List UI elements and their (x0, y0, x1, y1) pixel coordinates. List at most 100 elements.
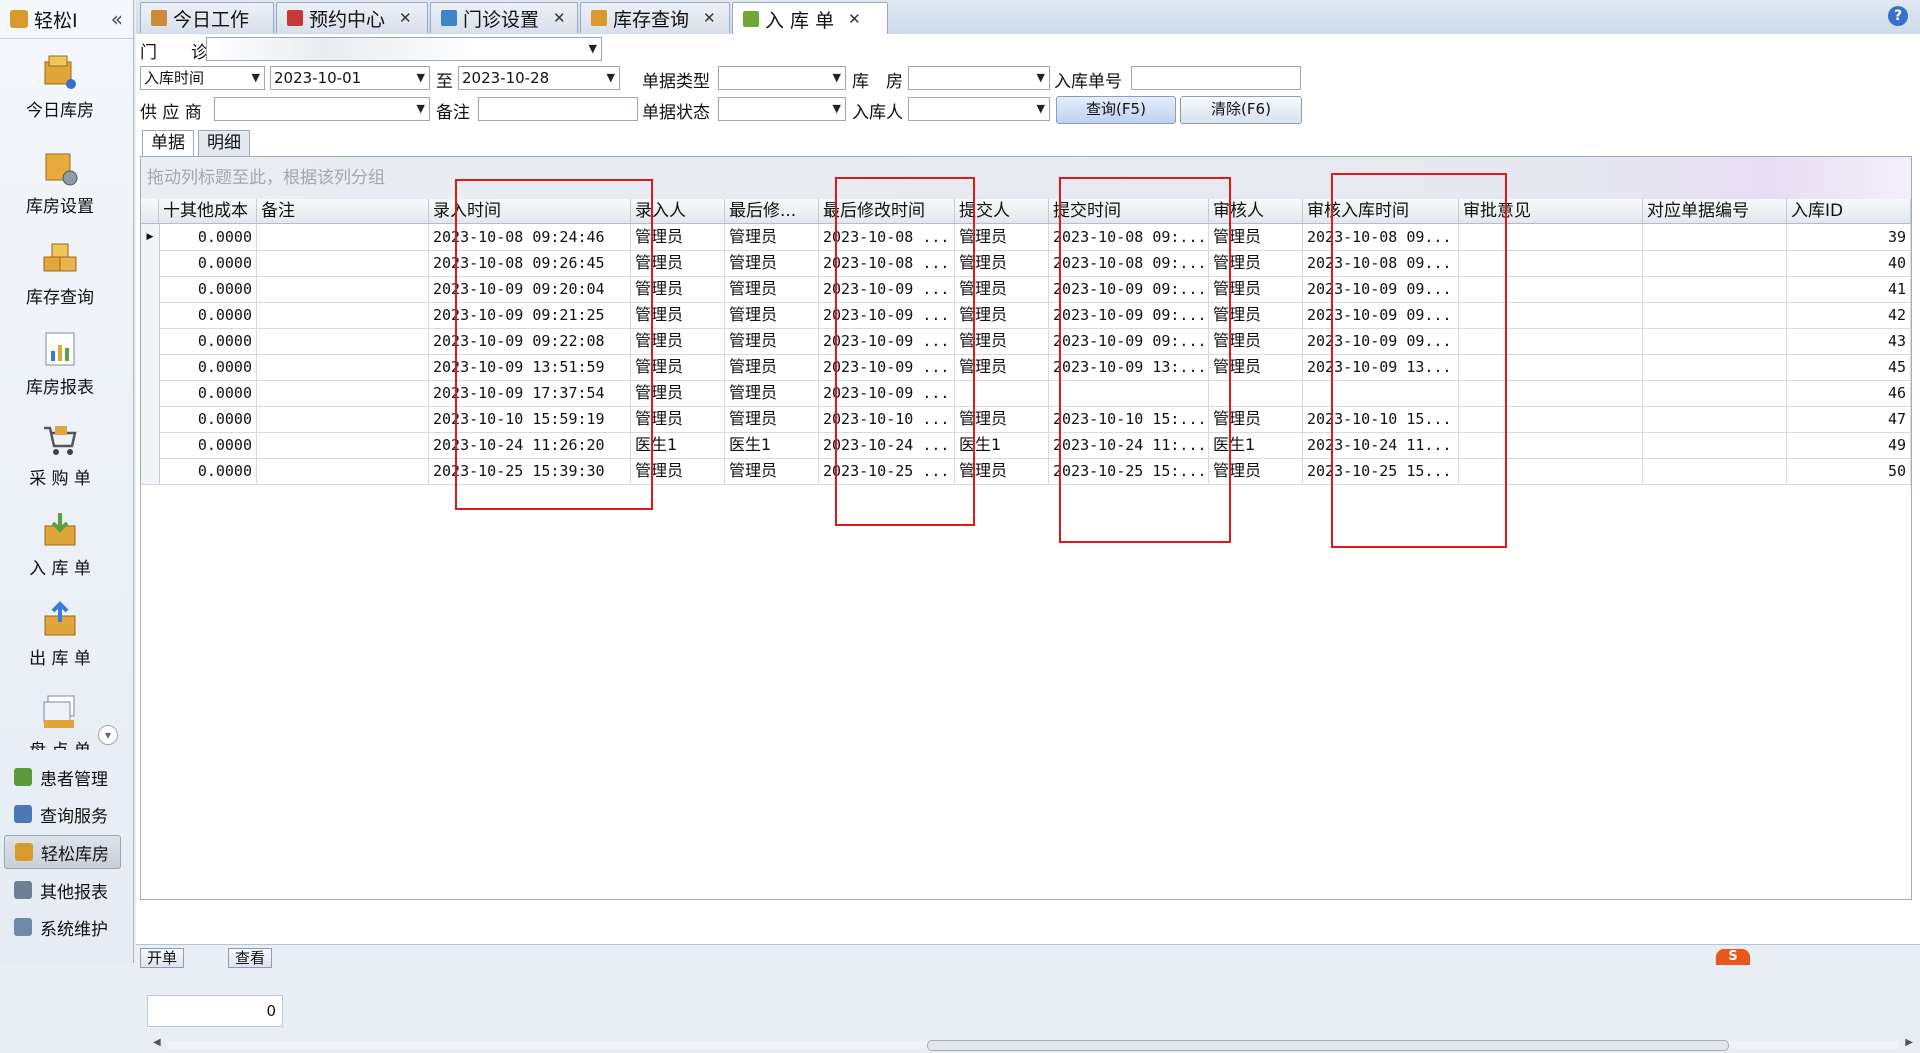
table-row[interactable]: ▶ 0.0000 2023-10-08 09:24:46 管理员 管理员 2023-10-… (141, 224, 1911, 251)
table-cell[interactable]: 2023-10-09 09:20:04 (429, 276, 631, 302)
table-cell[interactable]: 2023-10-09 09:21:25 (429, 302, 631, 328)
table-cell[interactable] (1303, 380, 1459, 406)
table-cell[interactable] (1459, 432, 1643, 458)
close-tab-icon[interactable]: ✕ (399, 9, 412, 27)
table-row[interactable]: 0.0000 2023-10-08 09:26:45 管理员 管理员 2023-10-0… (141, 250, 1911, 277)
table-cell[interactable]: 管理员 (955, 224, 1049, 250)
table-cell[interactable]: 2023-10-08 09:... (1049, 250, 1209, 276)
table-cell[interactable]: 2023-10-09 09:... (1049, 302, 1209, 328)
table-cell[interactable]: 2023-10-09 09... (1303, 276, 1459, 302)
table-cell[interactable] (955, 380, 1049, 406)
row-indicator[interactable] (141, 302, 160, 328)
table-cell[interactable]: 0.0000 (159, 458, 257, 484)
col-auditor[interactable]: 审核人 (1209, 199, 1303, 223)
table-cell[interactable]: 医生1 (1209, 432, 1303, 458)
table-cell[interactable]: 医生1 (631, 432, 725, 458)
section-other-reports[interactable]: 其他报表 (4, 873, 121, 907)
table-cell[interactable]: 2023-10-08 09... (1303, 224, 1459, 250)
table-cell[interactable]: 管理员 (725, 276, 819, 302)
table-cell[interactable]: 管理员 (631, 354, 725, 380)
table-cell[interactable]: 2023-10-08 ... (819, 250, 955, 276)
table-cell[interactable]: 管理员 (631, 224, 725, 250)
table-cell[interactable] (257, 380, 429, 406)
table-cell[interactable]: 49 (1787, 432, 1911, 458)
doc-no-input[interactable] (1131, 66, 1301, 90)
table-cell[interactable]: 管理员 (955, 276, 1049, 302)
tab-today-work[interactable]: 今日工作 (140, 2, 274, 33)
table-cell[interactable] (1459, 380, 1643, 406)
nav-item-inbound-order[interactable]: 入 库 单 (0, 510, 120, 579)
col-entry-time[interactable]: 录入时间 (429, 199, 631, 223)
table-cell[interactable]: 管理员 (1209, 354, 1303, 380)
table-cell[interactable] (1643, 458, 1787, 484)
table-cell[interactable]: 2023-10-09 09:... (1049, 276, 1209, 302)
table-cell[interactable]: 2023-10-09 ... (819, 302, 955, 328)
col-submit-time[interactable]: 提交时间 (1049, 199, 1209, 223)
table-cell[interactable] (1643, 276, 1787, 302)
table-cell[interactable] (1459, 328, 1643, 354)
row-indicator[interactable] (141, 458, 160, 484)
doc-type-select[interactable]: ▼ (718, 66, 846, 90)
section-query-service[interactable]: 查询服务 (4, 797, 121, 831)
table-cell[interactable]: 2023-10-09 ... (819, 354, 955, 380)
table-cell[interactable]: 医生1 (955, 432, 1049, 458)
table-cell[interactable] (1643, 250, 1787, 276)
table-cell[interactable]: 0.0000 (159, 328, 257, 354)
table-cell[interactable]: 40 (1787, 250, 1911, 276)
table-cell[interactable] (257, 432, 429, 458)
col-last-modifier[interactable]: 最后修... (725, 199, 819, 223)
table-cell[interactable] (257, 354, 429, 380)
new-order-button[interactable]: 开单 (140, 948, 185, 968)
collapse-sidebar-icon[interactable]: « (111, 7, 123, 31)
table-cell[interactable]: 管理员 (631, 406, 725, 432)
table-cell[interactable] (1459, 458, 1643, 484)
col-related-doc-no[interactable]: 对应单据编号 (1643, 199, 1787, 223)
table-cell[interactable]: 46 (1787, 380, 1911, 406)
row-indicator[interactable] (141, 328, 160, 354)
nav-item-today-warehouse[interactable]: 今日库房 (0, 52, 120, 121)
col-last-modified-time[interactable]: 最后修改时间 (819, 199, 955, 223)
table-cell[interactable]: 2023-10-09 09:22:08 (429, 328, 631, 354)
row-indicator[interactable] (141, 406, 160, 432)
table-cell[interactable]: 管理员 (1209, 302, 1303, 328)
supplier-select[interactable]: ▼ (214, 97, 430, 121)
table-cell[interactable] (1643, 354, 1787, 380)
table-cell[interactable]: 0.0000 (159, 406, 257, 432)
section-system-maintenance[interactable]: 系统维护 (4, 910, 121, 944)
table-cell[interactable]: 管理员 (955, 250, 1049, 276)
row-indicator[interactable] (141, 432, 160, 458)
col-remark[interactable]: 备注 (257, 199, 429, 223)
table-cell[interactable]: 2023-10-24 11:... (1049, 432, 1209, 458)
table-cell[interactable]: 管理员 (955, 354, 1049, 380)
table-cell[interactable]: 2023-10-09 ... (819, 276, 955, 302)
table-cell[interactable]: 0.0000 (159, 302, 257, 328)
table-cell[interactable]: 2023-10-25 15... (1303, 458, 1459, 484)
table-cell[interactable]: 管理员 (725, 406, 819, 432)
table-cell[interactable]: 管理员 (725, 250, 819, 276)
nav-item-outbound-order[interactable]: 出 库 单 (0, 600, 120, 669)
table-cell[interactable]: 39 (1787, 224, 1911, 250)
table-cell[interactable]: 43 (1787, 328, 1911, 354)
table-cell[interactable]: 2023-10-24 11:26:20 (429, 432, 631, 458)
table-cell[interactable]: 2023-10-25 ... (819, 458, 955, 484)
table-cell[interactable]: 2023-10-09 13... (1303, 354, 1459, 380)
col-audit-time[interactable]: 审核入库时间 (1303, 199, 1459, 223)
table-cell[interactable]: 管理员 (1209, 328, 1303, 354)
close-tab-icon[interactable]: ✕ (848, 10, 861, 28)
col-entry-user[interactable]: 录入人 (631, 199, 725, 223)
tab-inbound-order[interactable]: 入 库 单 ✕ (732, 2, 888, 35)
table-row[interactable]: 0.0000 2023-10-09 09:20:04 管理员 管理员 2023-10-0… (141, 276, 1911, 303)
table-cell[interactable]: 管理员 (725, 458, 819, 484)
table-cell[interactable]: 0.0000 (159, 380, 257, 406)
table-cell[interactable]: 管理员 (955, 458, 1049, 484)
date-type-select[interactable]: 入库时间 ▼ (140, 66, 265, 90)
table-cell[interactable]: 2023-10-09 ... (819, 328, 955, 354)
warehouse-select[interactable]: ▼ (908, 66, 1050, 90)
query-button[interactable]: 查询(F5) (1056, 96, 1176, 124)
table-cell[interactable] (1643, 224, 1787, 250)
table-cell[interactable]: 0.0000 (159, 432, 257, 458)
receiver-select[interactable]: ▼ (908, 97, 1050, 121)
table-cell[interactable]: 管理员 (1209, 276, 1303, 302)
nav-item-inventory-search[interactable]: 库存查询 (0, 239, 120, 308)
scroll-left-icon[interactable]: ◀ (153, 1037, 161, 1048)
